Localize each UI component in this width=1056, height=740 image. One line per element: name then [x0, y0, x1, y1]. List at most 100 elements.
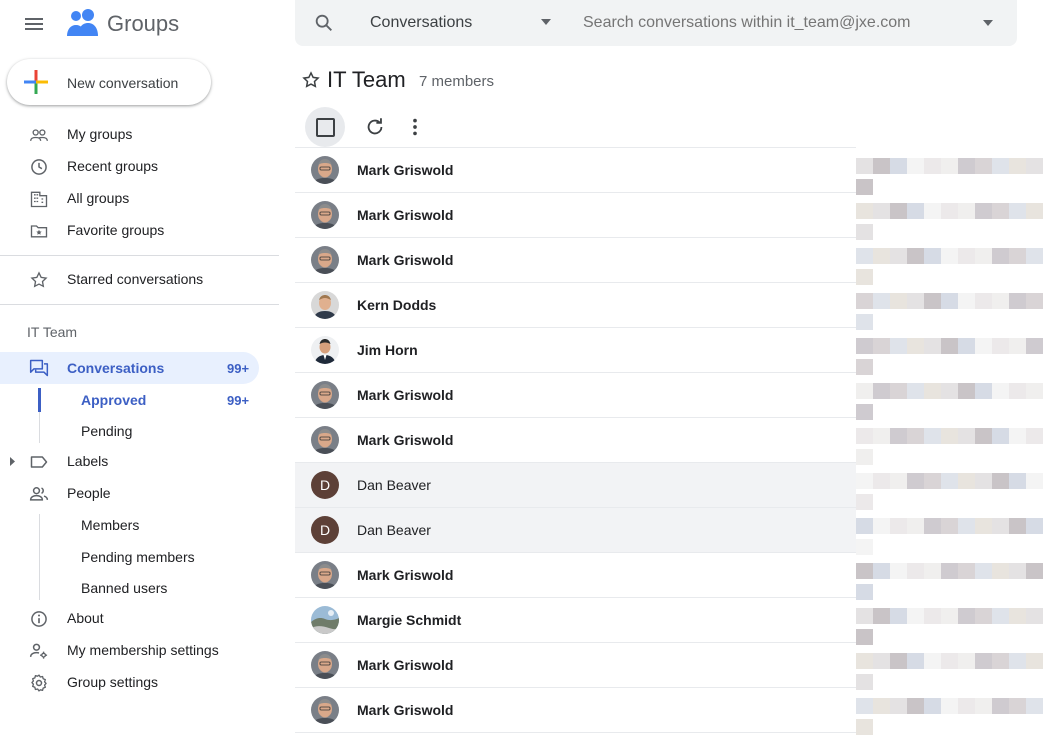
- sidebar-item-label: Pending members: [81, 549, 195, 565]
- expand-arrow-icon[interactable]: [9, 457, 16, 466]
- avatar-photo-icon: [311, 156, 339, 184]
- conversation-row[interactable]: Mark Griswold: [295, 553, 856, 598]
- sender-name: Mark Griswold: [357, 702, 454, 718]
- label-icon: [30, 456, 48, 468]
- sidebar-divider: [0, 304, 279, 305]
- avatar: D: [311, 516, 339, 544]
- tree-line: [39, 514, 40, 600]
- sidebar-item-members[interactable]: Members: [41, 513, 259, 537]
- avatar-photo-icon: [311, 606, 339, 634]
- app-name: Groups: [107, 11, 180, 36]
- avatar-photo-icon: [311, 336, 339, 364]
- sidebar-item-banned-users[interactable]: Banned users: [41, 576, 259, 600]
- avatar-photo-icon: [311, 561, 339, 589]
- avatar-photo-icon: [311, 381, 339, 409]
- more-vert-icon[interactable]: [404, 116, 426, 138]
- sender-name: Kern Dodds: [357, 297, 437, 313]
- new-conversation-label: New conversation: [67, 75, 179, 91]
- conversation-row[interactable]: D Dan Beaver: [295, 463, 856, 508]
- redacted-preview: [856, 383, 1056, 420]
- conversation-row[interactable]: Mark Griswold: [295, 418, 856, 463]
- search-scope-value: Conversations: [370, 14, 473, 31]
- conversation-row[interactable]: Margie Schmidt: [295, 598, 856, 643]
- sender-name: Mark Griswold: [357, 567, 454, 583]
- groups-logo-icon: [67, 9, 98, 36]
- avatar: [311, 696, 339, 724]
- star-group-icon[interactable]: [301, 70, 321, 90]
- member-count[interactable]: 7 members: [419, 73, 494, 90]
- checkbox-square: [316, 118, 335, 137]
- approved-count-badge: 99+: [227, 393, 250, 408]
- search-bar: Conversations: [295, 0, 1017, 46]
- sender-name: Jim Horn: [357, 342, 418, 358]
- sidebar-item-pending[interactable]: Pending: [41, 419, 259, 443]
- search-icon[interactable]: [313, 12, 335, 34]
- sender-name: Mark Griswold: [357, 432, 454, 448]
- sidebar-item-about[interactable]: About: [0, 602, 279, 634]
- sidebar-item-label: Pending: [81, 423, 133, 439]
- sidebar-item-label: About: [67, 610, 104, 626]
- sidebar-item-my-groups[interactable]: My groups: [0, 118, 279, 150]
- avatar: [311, 201, 339, 229]
- main-menu-button[interactable]: [22, 12, 46, 36]
- redacted-preview: [856, 518, 1056, 555]
- avatar-photo-icon: [311, 291, 339, 319]
- sidebar-item-people[interactable]: People: [0, 477, 279, 509]
- avatar: D: [311, 471, 339, 499]
- sidebar-item-approved[interactable]: Approved 99+: [41, 388, 259, 412]
- sidebar-item-conversations[interactable]: Conversations 99+: [0, 352, 259, 384]
- sidebar-item-recent-groups[interactable]: Recent groups: [0, 150, 279, 182]
- page-title: IT Team: [327, 67, 406, 92]
- conversation-row[interactable]: D Dan Beaver: [295, 508, 856, 553]
- groups-logo[interactable]: Groups: [66, 6, 186, 40]
- avatar-photo-icon: [311, 696, 339, 724]
- redacted-preview: [856, 698, 1056, 735]
- sidebar-item-label: All groups: [67, 190, 130, 206]
- conversation-row[interactable]: Kern Dodds: [295, 283, 856, 328]
- redacted-preview: [856, 428, 1056, 465]
- sidebar-item-favorite-groups[interactable]: Favorite groups: [0, 214, 279, 246]
- conversation-row[interactable]: Mark Griswold: [295, 238, 856, 283]
- conversation-row[interactable]: Mark Griswold: [295, 688, 856, 733]
- redacted-preview: [856, 563, 1056, 600]
- redacted-preview: [856, 203, 1056, 240]
- sender-name: Dan Beaver: [357, 477, 431, 493]
- conversation-row[interactable]: Jim Horn: [295, 328, 856, 373]
- conversation-row[interactable]: Mark Griswold: [295, 643, 856, 688]
- avatar: [311, 246, 339, 274]
- select-all-checkbox[interactable]: [305, 107, 345, 147]
- search-input[interactable]: [583, 10, 963, 36]
- redacted-preview: [856, 473, 1056, 510]
- sender-name: Mark Griswold: [357, 252, 454, 268]
- avatar: [311, 651, 339, 679]
- conversation-row[interactable]: Mark Griswold: [295, 373, 856, 418]
- sidebar-item-starred-conversations[interactable]: Starred conversations: [0, 263, 279, 295]
- sidebar-item-label: Approved: [81, 392, 147, 408]
- sidebar-item-pending-members[interactable]: Pending members: [41, 545, 259, 569]
- sidebar-item-all-groups[interactable]: All groups: [0, 182, 279, 214]
- sidebar-item-group-settings[interactable]: Group settings: [0, 666, 279, 698]
- redacted-preview: [856, 248, 1056, 285]
- avatar-initial: D: [319, 522, 331, 538]
- refresh-icon[interactable]: [364, 116, 386, 138]
- sidebar-item-label: Banned users: [81, 580, 168, 596]
- avatar: [311, 291, 339, 319]
- conversation-row[interactable]: Mark Griswold: [295, 193, 856, 238]
- sidebar-item-label: Conversations: [67, 360, 165, 376]
- avatar: [311, 336, 339, 364]
- conversation-row[interactable]: Mark Griswold: [295, 148, 856, 193]
- avatar: [311, 156, 339, 184]
- building-icon: [30, 191, 48, 208]
- avatar: [311, 426, 339, 454]
- avatar-photo-icon: [311, 426, 339, 454]
- sidebar-item-membership-settings[interactable]: My membership settings: [0, 634, 279, 666]
- star-outline-icon: [30, 271, 48, 288]
- avatar-photo-icon: [311, 651, 339, 679]
- search-scope-select[interactable]: Conversations: [370, 0, 555, 46]
- folder-star-icon: [30, 225, 48, 238]
- avatar: [311, 381, 339, 409]
- search-options-icon[interactable]: [983, 20, 993, 26]
- sender-name: Margie Schmidt: [357, 612, 462, 628]
- sidebar-item-labels[interactable]: Labels: [0, 445, 279, 477]
- new-conversation-button[interactable]: New conversation: [7, 59, 211, 105]
